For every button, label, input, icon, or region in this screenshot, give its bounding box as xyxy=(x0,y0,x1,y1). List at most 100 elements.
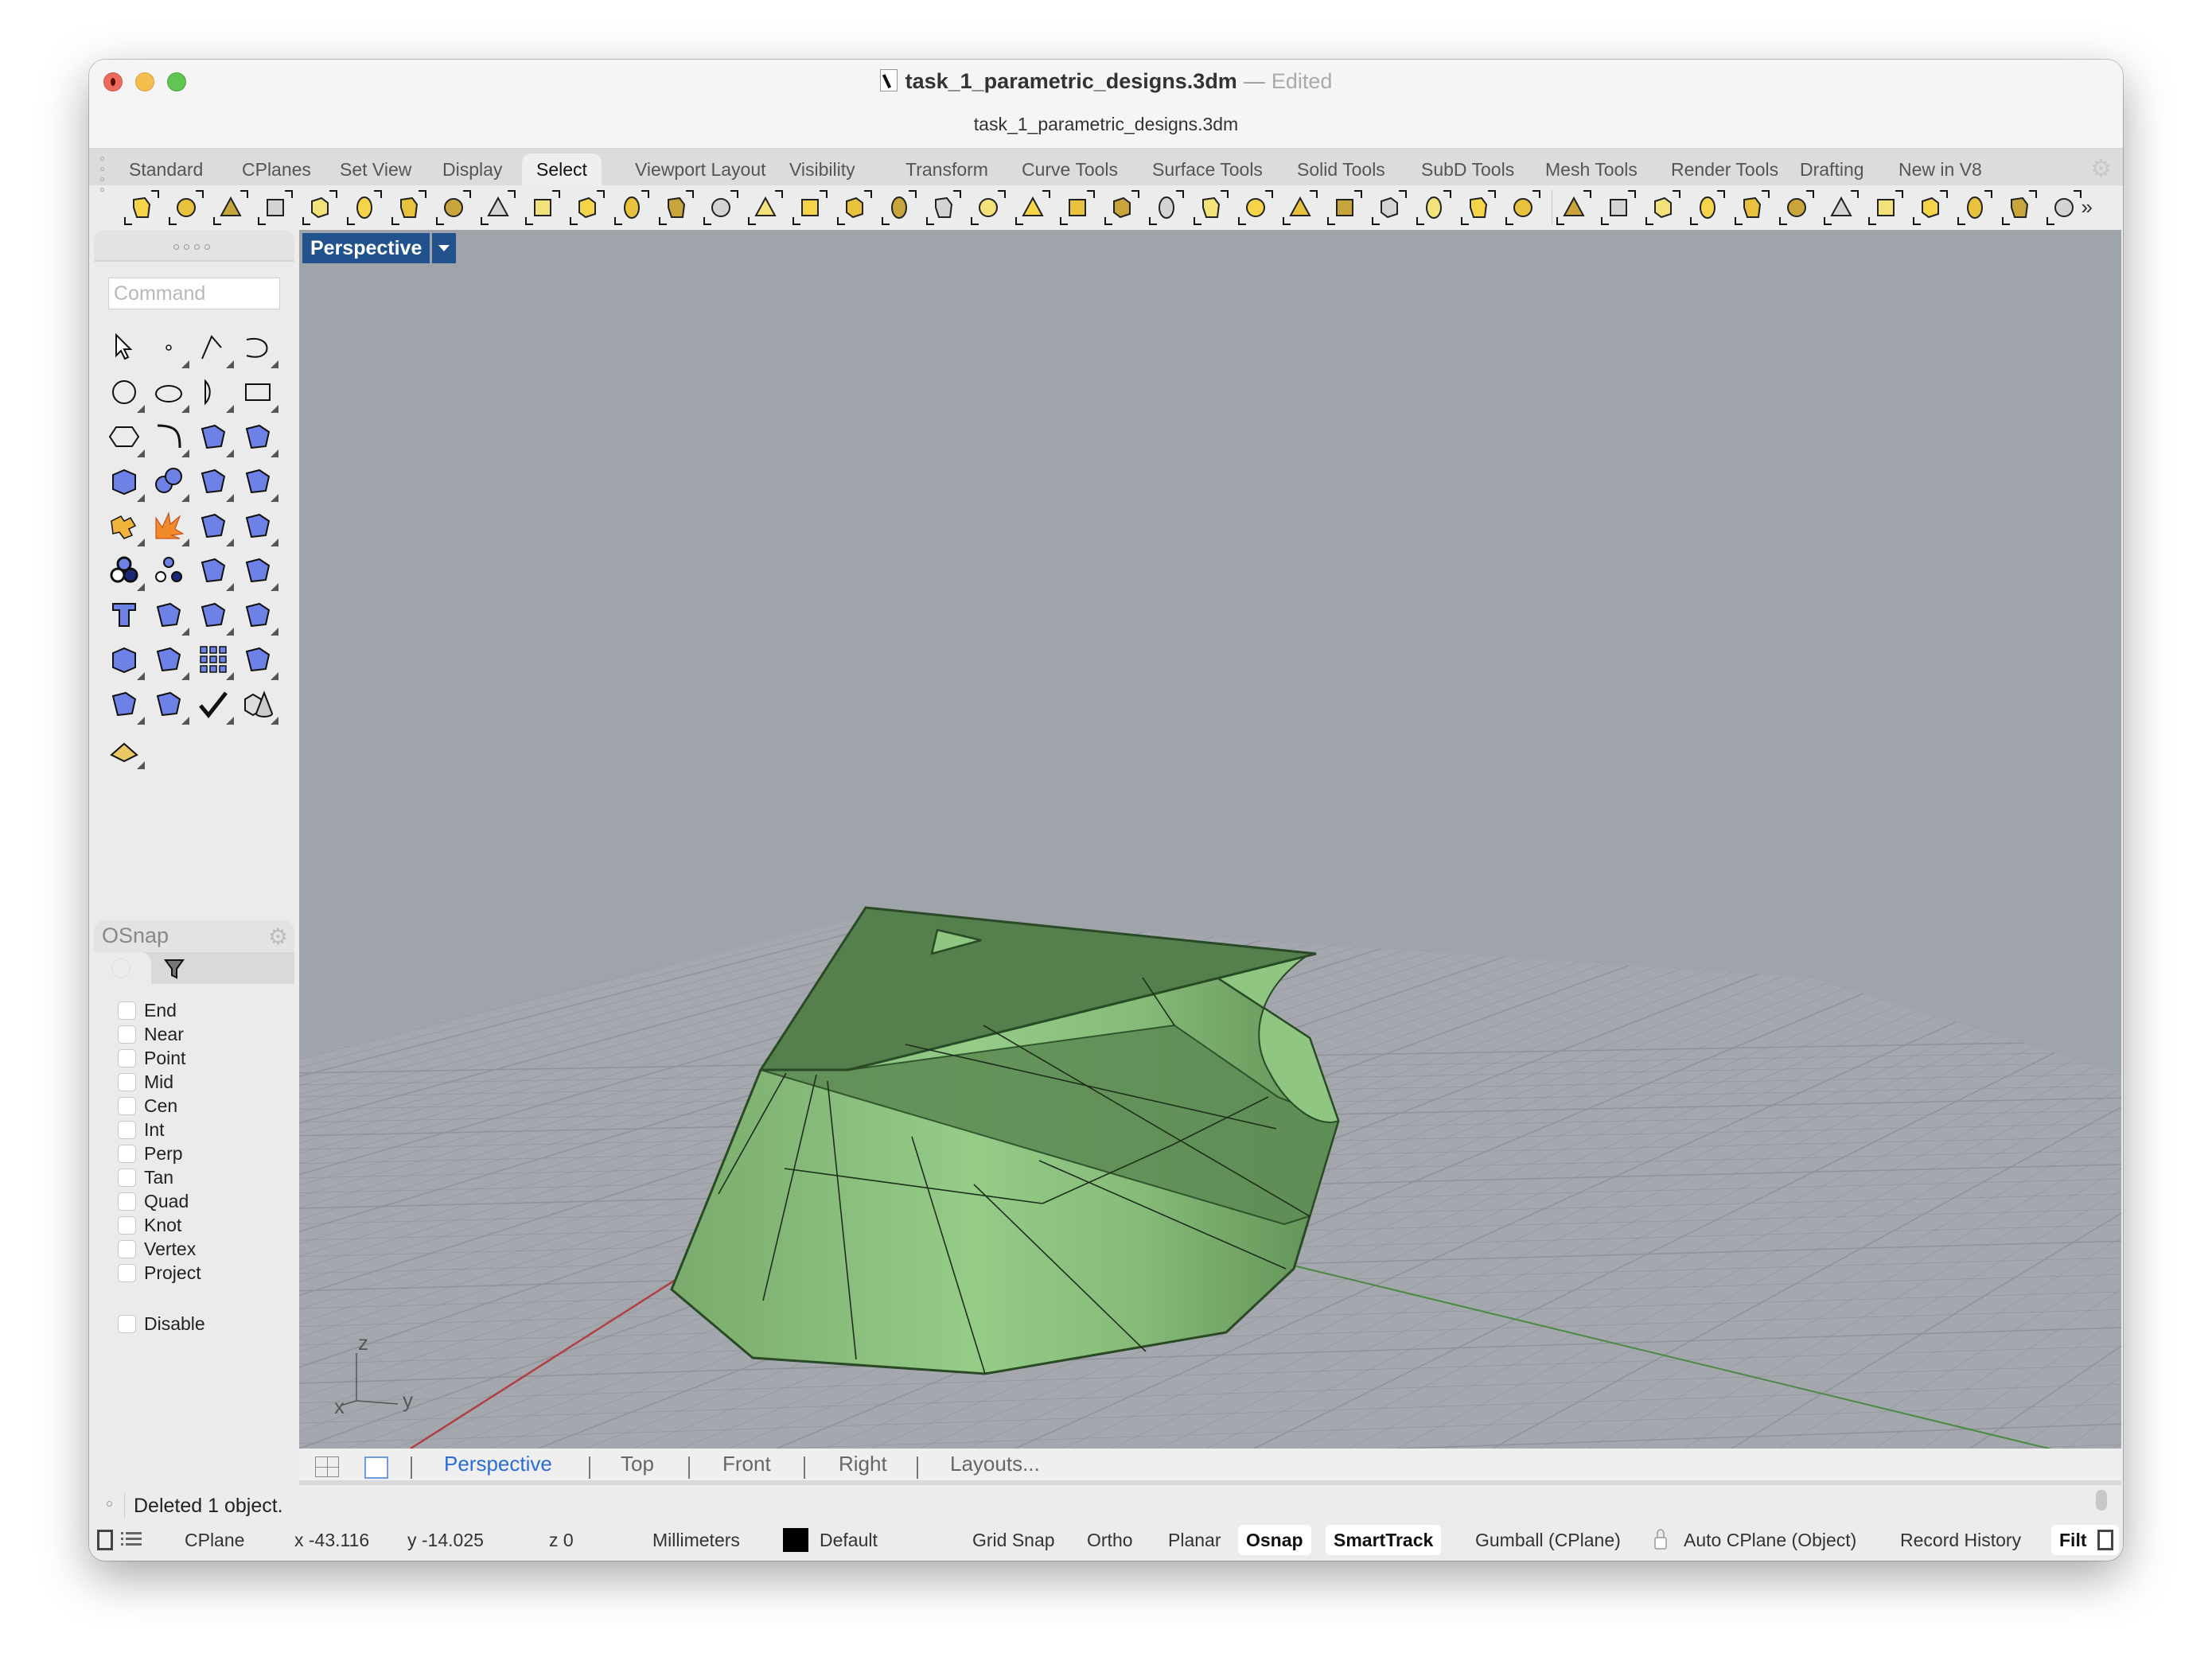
current-layer[interactable]: Default xyxy=(820,1528,878,1552)
select-curves-icon[interactable] xyxy=(926,190,961,225)
select-brush-icon[interactable] xyxy=(1779,190,1814,225)
view-tab-right[interactable]: Right xyxy=(839,1452,887,1476)
boolean-difference-icon[interactable] xyxy=(105,640,145,680)
tab-new-in-v8[interactable]: New in V8 xyxy=(1884,154,1996,185)
text-icon[interactable] xyxy=(105,596,145,636)
select-last-icon[interactable] xyxy=(347,190,382,225)
surface-grid-icon[interactable] xyxy=(239,462,278,502)
osnap-int[interactable]: Int xyxy=(118,1118,205,1141)
select-chain-icon[interactable] xyxy=(1461,190,1496,225)
osnap-toggle[interactable]: Osnap xyxy=(1238,1525,1311,1555)
tab-render-tools[interactable]: Render Tools xyxy=(1657,154,1793,185)
mirror-icon[interactable] xyxy=(105,685,145,725)
select-surface-icon[interactable] xyxy=(1238,190,1273,225)
select-point-cloud-objects-icon[interactable] xyxy=(1416,190,1451,225)
tab-surface-tools[interactable]: Surface Tools xyxy=(1138,154,1277,185)
osnap-filter-icon[interactable] xyxy=(162,957,186,981)
select-drops-icon[interactable] xyxy=(1735,190,1770,225)
osnap-perp[interactable]: Perp xyxy=(118,1141,205,1165)
sidebar-toggle-icon[interactable] xyxy=(97,1530,113,1550)
point-icon[interactable] xyxy=(150,329,189,368)
osnap-vertex[interactable]: Vertex xyxy=(118,1237,205,1261)
cylinder-cap-icon[interactable] xyxy=(194,462,234,502)
osnap-near[interactable]: Near xyxy=(118,1022,205,1046)
invert-selection-icon[interactable] xyxy=(258,190,293,225)
osnap-disable[interactable]: Disable xyxy=(118,1312,205,1336)
osnap-knot[interactable]: Knot xyxy=(118,1213,205,1237)
checkbox[interactable] xyxy=(118,1096,136,1115)
four-viewports-icon[interactable] xyxy=(315,1456,339,1477)
layers-list-icon[interactable] xyxy=(121,1530,142,1550)
select-arrow-icon[interactable] xyxy=(105,329,145,368)
checkbox[interactable] xyxy=(118,1215,136,1235)
osnap-point[interactable]: Point xyxy=(118,1046,205,1070)
checkbox[interactable] xyxy=(118,1144,136,1163)
checkbox[interactable] xyxy=(118,1239,136,1258)
viewport-name[interactable]: Perspective xyxy=(302,233,430,263)
select-window-icon[interactable] xyxy=(1556,190,1591,225)
checkbox[interactable] xyxy=(118,1048,136,1068)
deselect-points-icon[interactable] xyxy=(169,190,204,225)
boolean-spheres-icon[interactable] xyxy=(150,462,189,502)
checkbox[interactable] xyxy=(118,1072,136,1091)
viewport-canvas[interactable]: z y x xyxy=(299,230,2121,1449)
ellipse-icon[interactable] xyxy=(150,373,189,413)
osnap-settings-gear-icon[interactable]: ⚙ xyxy=(268,924,288,950)
osnap-quad[interactable]: Quad xyxy=(118,1189,205,1213)
polygon-icon[interactable] xyxy=(105,418,145,457)
checkbox[interactable] xyxy=(118,1025,136,1044)
select-box-orange-icon[interactable] xyxy=(1957,190,1992,225)
select-groups-icon[interactable] xyxy=(1015,190,1050,225)
box-icon[interactable] xyxy=(105,462,145,502)
rectangle-icon[interactable] xyxy=(239,373,278,413)
extrude-surface-icon[interactable] xyxy=(239,418,278,457)
command-input[interactable] xyxy=(108,278,280,309)
select-dimensions-icon[interactable] xyxy=(971,190,1006,225)
offset-curve-icon[interactable] xyxy=(239,551,278,591)
select-by-color-icon[interactable] xyxy=(570,190,605,225)
select-blocks-icon[interactable] xyxy=(1194,190,1229,225)
trim-icon[interactable] xyxy=(194,507,234,546)
rotate-icon[interactable] xyxy=(239,596,278,636)
group-icon[interactable] xyxy=(105,551,145,591)
osnap-tan[interactable]: Tan xyxy=(118,1165,205,1189)
check-icon[interactable] xyxy=(194,685,234,725)
view-tab-top[interactable]: Top xyxy=(621,1452,654,1476)
lock-icon[interactable] xyxy=(1653,1528,1668,1550)
command-panel-header[interactable] xyxy=(94,230,294,262)
select-box-icon[interactable] xyxy=(1645,190,1680,225)
planar-toggle[interactable]: Planar xyxy=(1168,1528,1221,1552)
tab-standard[interactable]: Standard xyxy=(115,154,217,185)
split-icon[interactable] xyxy=(239,507,278,546)
toolbar-settings-gear-icon[interactable]: ⚙ xyxy=(2090,155,2112,183)
select-pyramid-icon[interactable] xyxy=(1505,190,1540,225)
array-icon[interactable] xyxy=(194,640,234,680)
select-duplicates-icon[interactable] xyxy=(525,190,560,225)
osnap-mid[interactable]: Mid xyxy=(118,1070,205,1094)
checkbox[interactable] xyxy=(118,1314,136,1333)
curve-edit-icon[interactable] xyxy=(194,551,234,591)
units-label[interactable]: Millimeters xyxy=(652,1528,740,1552)
toolbar-overflow-button[interactable]: » xyxy=(2082,195,2093,220)
select-points-cloud-icon[interactable] xyxy=(659,190,694,225)
explode-icon[interactable] xyxy=(150,507,189,546)
layer-color-swatch[interactable] xyxy=(783,1528,808,1552)
select-mesh-icon[interactable] xyxy=(1149,190,1184,225)
viewport-title-tab[interactable]: Perspective xyxy=(302,233,457,263)
select-spiral-icon[interactable] xyxy=(1372,190,1407,225)
selection-filter-icon[interactable] xyxy=(213,190,248,225)
tab-viewport-layout[interactable]: Viewport Layout xyxy=(621,154,781,185)
select-sphere-icon[interactable] xyxy=(1060,190,1095,225)
move-icon[interactable] xyxy=(150,596,189,636)
select-light-icon[interactable] xyxy=(837,190,872,225)
history-handle-icon[interactable] xyxy=(107,1501,112,1507)
solid-primitives-icon[interactable] xyxy=(239,685,278,725)
checkbox[interactable] xyxy=(118,1192,136,1211)
select-points-icon[interactable] xyxy=(124,190,159,225)
checkbox[interactable] xyxy=(118,1001,136,1020)
select-by-layer-icon[interactable] xyxy=(302,190,337,225)
select-surfaces-icon[interactable] xyxy=(748,190,783,225)
select-subd-icon[interactable] xyxy=(1327,190,1362,225)
tab-curve-tools[interactable]: Curve Tools xyxy=(1007,154,1132,185)
select-box-gold-icon[interactable] xyxy=(1913,190,1948,225)
